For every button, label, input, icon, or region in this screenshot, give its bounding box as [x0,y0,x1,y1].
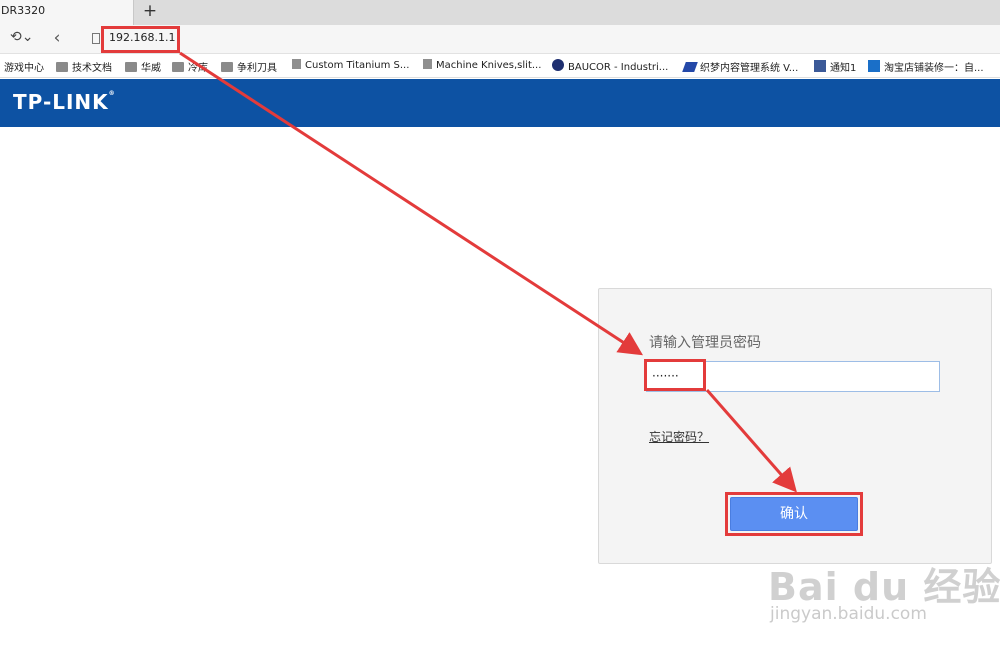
bookmark-item[interactable]: Machine Knives,slit... [423,59,541,75]
watermark-logo: Bai du 经验 [768,565,1000,609]
folder-icon [125,62,137,72]
watermark-url: jingyan.baidu.com [770,604,927,624]
bookmark-label: BAUCOR - Industri... [568,62,669,73]
folder-icon [56,62,68,72]
bookmark-label: 通知1 [830,63,857,74]
address-highlight-box [101,26,180,53]
browser-window: DR3320 + ⟲⌄ ‹ 192.168.1.1 游戏中心 技术文档 华威 冷… [0,0,1000,649]
bookmark-item[interactable]: 淘宝店铺装修一：自... [868,59,984,75]
bookmark-item[interactable]: 织梦内容管理系统 V... [682,59,799,75]
bookmark-item[interactable]: 通知1 [814,59,856,75]
back-button[interactable]: ‹ [47,28,67,50]
tplink-logo: TP-LINK® [13,90,116,114]
bookmark-label: 技术文档 [72,63,112,74]
bookmark-label: Machine Knives,slit... [436,60,542,71]
bookmark-label: 争利刀具 [237,63,277,74]
bookmark-label: Custom Titanium S... [305,60,410,71]
tab-title: DR3320 [1,4,46,17]
bookmark-item[interactable]: Custom Titanium S... [292,59,409,75]
paw-icon [868,60,880,72]
bookmark-label: 淘宝店铺装修一：自... [884,63,984,74]
bookmark-item[interactable]: 争利刀具 [221,59,277,75]
bookmark-item[interactable]: 华威 [125,59,161,75]
bookmark-item[interactable]: 冷库 [172,59,208,75]
tab-strip: DR3320 + [0,0,1000,25]
baucor-icon [552,59,564,71]
page-icon [92,33,100,44]
dedecms-icon [682,62,698,72]
browser-tab[interactable]: DR3320 [0,0,134,25]
bookmark-label: 冷库 [188,63,208,74]
confirm-highlight-box [725,492,863,536]
bookmarks-bar: 游戏中心 技术文档 华威 冷库 争利刀具 Custom Titanium S..… [0,54,1000,78]
page-icon [423,59,432,69]
bookmark-item[interactable]: 技术文档 [56,59,112,75]
password-highlight-box [644,359,706,391]
page-icon [292,59,301,69]
bookmark-item[interactable]: 游戏中心 [4,59,44,75]
new-tab-button[interactable]: + [140,1,160,21]
undo-icon[interactable]: ⟲⌄ [10,29,40,49]
bookmark-label: 织梦内容管理系统 V... [700,63,799,74]
baidu-watermark: Bai du 经验 jingyan.baidu.com [760,548,1000,643]
bookmark-label: 游戏中心 [4,63,44,74]
facebook-icon [814,60,826,72]
folder-icon [172,62,184,72]
bookmark-label: 华威 [141,63,161,74]
folder-icon [221,62,233,72]
password-prompt: 请输入管理员密码 [649,335,761,351]
forgot-password-link[interactable]: 忘记密码？ [649,428,709,445]
brand-header: TP-LINK® [0,79,1000,127]
bookmark-item[interactable]: BAUCOR - Industri... [552,59,668,75]
